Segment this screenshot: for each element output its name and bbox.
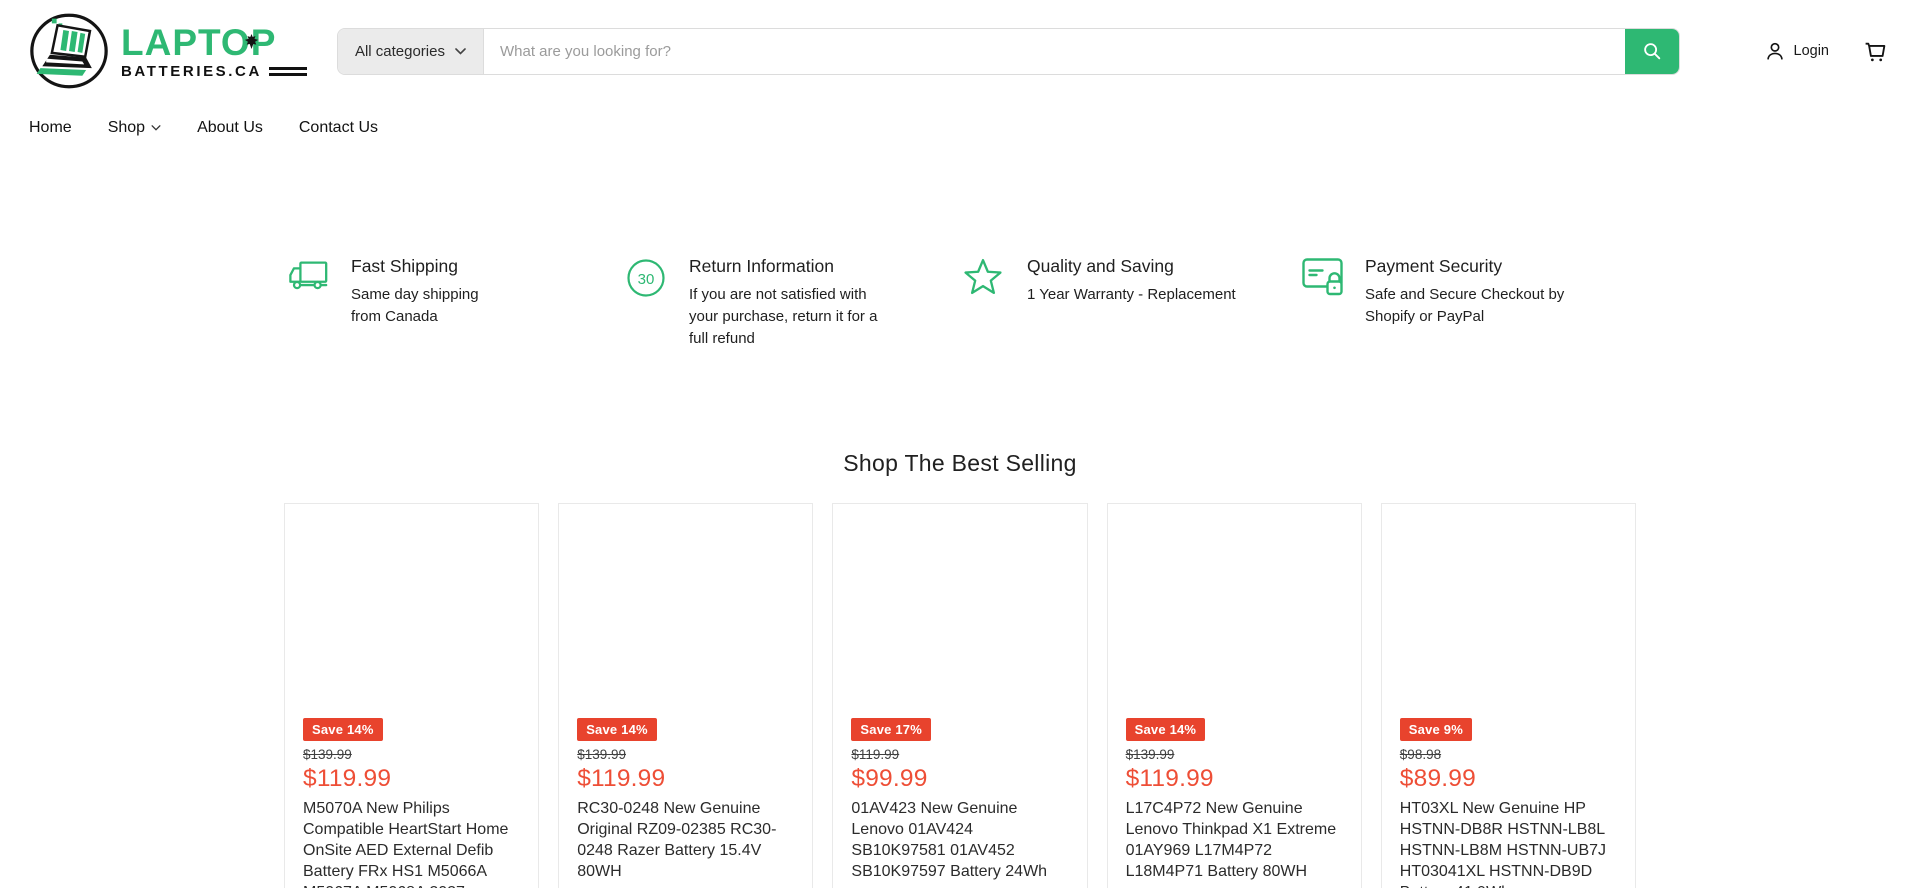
sale-badge: Save 14% [577,718,657,741]
star-icon [964,256,1008,350]
chevron-down-icon [455,48,466,55]
original-price: $139.99 [1126,747,1343,762]
product-title[interactable]: M5070A New Philips Compatible HeartStart… [303,798,520,888]
payment-card-lock-icon [1302,256,1346,350]
sale-badge: Save 9% [1400,718,1472,741]
features-row: Fast Shipping Same day shipping from Can… [284,256,1636,350]
sale-price: $119.99 [303,765,520,793]
search-button[interactable] [1625,29,1679,74]
nav-item-about-us[interactable]: About Us [197,119,263,137]
feature-payment-security: Payment Security Safe and Secure Checkou… [1298,256,1636,350]
product-title[interactable]: HT03XL New Genuine HP HSTNN-DB8R HSTNN-L… [1400,798,1617,888]
nav-label: Contact Us [299,119,378,137]
cart-icon [1863,39,1888,64]
chevron-down-icon [151,125,161,131]
feature-subtitle: If you are not satisfied with your purch… [689,284,885,350]
product-image[interactable] [1108,504,1361,718]
categories-dropdown[interactable]: All categories [338,29,484,74]
product-title[interactable]: RC30-0248 New Genuine Original RZ09-0238… [577,798,794,882]
sale-badge: Save 14% [303,718,383,741]
product-grid: Save 14% $139.99 $119.99 M5070A New Phil… [284,503,1636,888]
product-image[interactable] [559,504,812,718]
header: LAPTOP BATTERIES.CA All categories [0,0,1920,102]
nav-label: Shop [108,119,145,137]
nav-item-home[interactable]: Home [29,119,72,137]
user-icon [1764,40,1786,62]
original-price: $139.99 [577,747,794,762]
maple-leaf-icon [244,34,259,49]
sale-badge: Save 17% [851,718,931,741]
nav-label: About Us [197,119,263,137]
product-card[interactable]: Save 14% $139.99 $119.99 M5070A New Phil… [284,503,539,888]
svg-text:30: 30 [638,271,655,288]
original-price: $98.98 [1400,747,1617,762]
feature-return-information: 30 Return Information If you are not sat… [622,256,960,350]
feature-subtitle: Safe and Secure Checkout by Shopify or P… [1365,284,1570,328]
search-bar: All categories [337,28,1680,75]
product-title[interactable]: 01AV423 New Genuine Lenovo 01AV424 SB10K… [851,798,1068,882]
feature-title: Quality and Saving [1027,256,1236,277]
search-input[interactable] [484,29,1625,74]
nav-item-shop[interactable]: Shop [108,119,161,137]
site-logo[interactable]: LAPTOP BATTERIES.CA [29,11,307,91]
nav-label: Home [29,119,72,137]
feature-quality-and-saving: Quality and Saving 1 Year Warranty - Rep… [960,256,1298,350]
best-selling-heading: Shop The Best Selling [0,450,1920,477]
feature-subtitle: Same day shipping from Canada [351,284,509,328]
feature-title: Fast Shipping [351,256,509,277]
laptop-logo-icon [29,11,109,91]
login-label: Login [1794,43,1829,59]
feature-title: Payment Security [1365,256,1570,277]
product-card[interactable]: Save 14% $139.99 $119.99 RC30-0248 New G… [558,503,813,888]
sale-price: $99.99 [851,765,1068,793]
sale-price: $119.99 [1126,765,1343,793]
product-image[interactable] [1382,504,1635,718]
return-30-icon: 30 [626,256,670,350]
feature-title: Return Information [689,256,885,277]
categories-label: All categories [355,43,445,60]
product-card[interactable]: Save 9% $98.98 $89.99 HT03XL New Genuine… [1381,503,1636,888]
cart-button[interactable] [1863,39,1888,64]
login-button[interactable]: Login [1764,40,1829,62]
brand-suffix: BATTERIES.CA [121,64,262,79]
sale-price: $89.99 [1400,765,1617,793]
product-image[interactable] [833,504,1086,718]
product-title[interactable]: L17C4P72 New Genuine Lenovo Thinkpad X1 … [1126,798,1343,882]
product-card[interactable]: Save 14% $139.99 $119.99 L17C4P72 New Ge… [1107,503,1362,888]
product-card[interactable]: Save 17% $119.99 $99.99 01AV423 New Genu… [832,503,1087,888]
nav-item-contact-us[interactable]: Contact Us [299,119,378,137]
feature-fast-shipping: Fast Shipping Same day shipping from Can… [284,256,622,350]
logo-lines-decoration [269,67,307,76]
sale-badge: Save 14% [1126,718,1206,741]
sale-price: $119.99 [577,765,794,793]
original-price: $139.99 [303,747,520,762]
truck-icon [288,256,332,350]
search-icon [1641,40,1663,62]
product-image[interactable] [285,504,538,718]
main-nav: Home Shop About Us Contact Us [0,102,1920,154]
feature-subtitle: 1 Year Warranty - Replacement [1027,284,1236,306]
original-price: $119.99 [851,747,1068,762]
